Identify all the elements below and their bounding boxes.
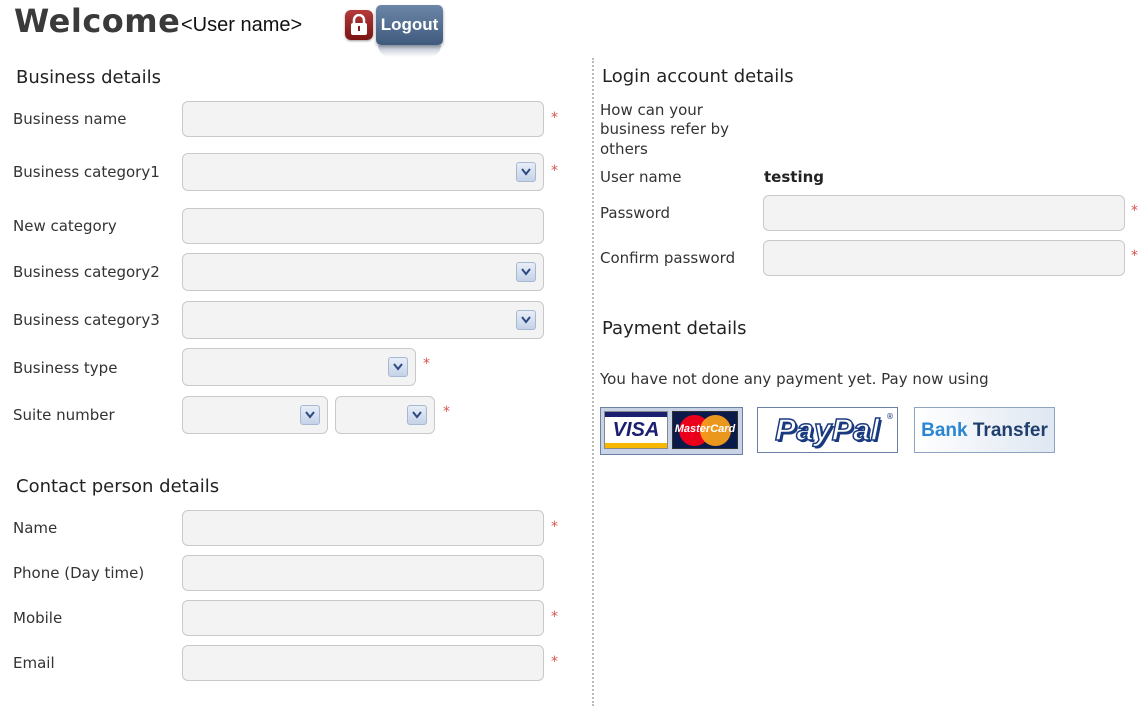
welcome-title: Welcome [14,2,181,40]
business-category2-select[interactable] [182,253,544,291]
new-category-input[interactable] [182,208,544,244]
business-type-select[interactable] [182,348,416,386]
required-marker: * [443,404,450,420]
logout-button[interactable]: Logout [376,5,443,45]
visa-text: VISA [612,419,660,441]
business-category3-select[interactable] [182,301,544,339]
required-marker: * [551,654,558,670]
phone-input[interactable] [182,555,544,591]
new-category-label: New category [13,217,117,235]
mobile-label: Mobile [13,609,63,627]
required-marker: * [551,110,558,126]
chevron-down-icon [516,162,536,182]
business-type-label: Business type [13,359,118,377]
required-marker: * [551,519,558,535]
bank-text: Bank [921,420,968,441]
name-label: Name [13,519,58,537]
chevron-down-icon [388,357,408,377]
username-label: User name [600,168,682,186]
payment-details-title: Payment details [602,318,747,339]
required-marker: * [423,356,430,372]
mastercard-text: MasterCard [674,423,736,435]
refer-hint-line3: others [600,140,648,158]
chevron-down-icon [300,405,320,425]
business-category3-label: Business category3 [13,311,160,329]
email-input[interactable] [182,645,544,681]
suite-number-label: Suite number [13,406,115,424]
suite-number-select-1[interactable] [182,396,328,434]
mastercard-logo: MasterCard [672,411,738,449]
chevron-down-icon [407,405,427,425]
column-divider [592,58,594,706]
logout-reflection [378,45,441,57]
business-name-label: Business name [13,110,127,128]
bank-transfer-option[interactable]: Bank Transfer [914,407,1055,453]
username-value: testing [764,168,824,186]
paypal-registered-mark: ® [886,412,894,421]
email-label: Email [13,654,55,672]
paypal-payment-option[interactable]: PayPal ® [757,407,898,453]
required-marker: * [1131,203,1138,219]
business-category1-label: Business category1 [13,163,160,181]
chevron-down-icon [516,262,536,282]
visa-logo: VISA [604,411,668,449]
business-details-title: Business details [16,67,162,88]
required-marker: * [1131,248,1138,264]
payment-message: You have not done any payment yet. Pay n… [600,370,989,388]
phone-label: Phone (Day time) [13,564,145,582]
required-marker: * [551,609,558,625]
confirm-password-input[interactable] [763,240,1125,276]
suite-number-select-2[interactable] [335,396,435,434]
paypal-text: PayPal [774,411,880,448]
transfer-text: Transfer [972,420,1048,441]
business-name-input[interactable] [182,101,544,137]
user-name-placeholder: <User name> [181,14,303,36]
required-marker: * [551,163,558,179]
password-label: Password [600,204,671,222]
chevron-down-icon [516,310,536,330]
lock-icon [345,10,373,40]
business-category2-label: Business category2 [13,263,160,281]
login-details-title: Login account details [602,66,794,87]
refer-hint-line2: business refer by [600,120,730,138]
refer-hint-line1: How can your [600,101,703,119]
confirm-password-label: Confirm password [600,249,736,267]
business-category1-select[interactable] [182,153,544,191]
contact-details-title: Contact person details [16,476,220,497]
name-input[interactable] [182,510,544,546]
password-input[interactable] [763,195,1125,231]
mobile-input[interactable] [182,600,544,636]
